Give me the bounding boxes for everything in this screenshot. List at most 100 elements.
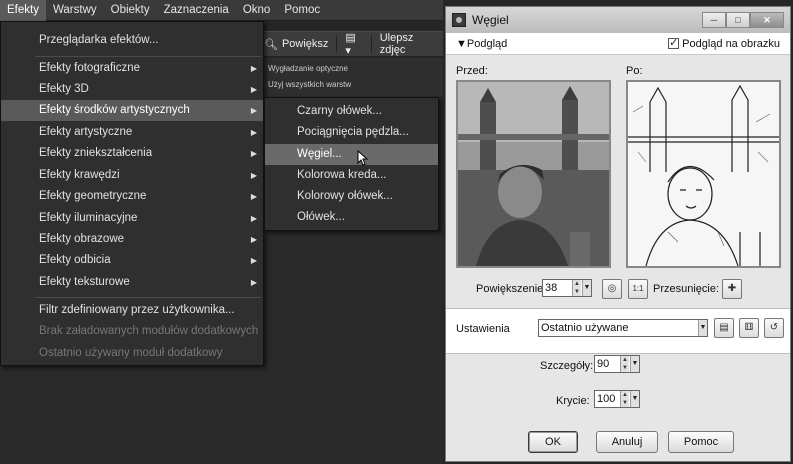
charcoal-dialog: Węgiel ─ □ ✕ ▼Podgląd Podgląd na obrazku…: [445, 6, 791, 462]
settings-dropdown[interactable]: Ostatnio używane ▼: [538, 319, 708, 337]
submenu-arrow-icon: ▶: [250, 278, 257, 287]
toolbar-divider: [336, 35, 338, 53]
menu-okno[interactable]: Okno: [236, 0, 278, 21]
submenu-arrow-icon: ▶: [250, 214, 257, 223]
divider: [446, 353, 790, 354]
floppy-disk-icon: ▤: [719, 322, 729, 333]
submenu-arrow-icon: ▶: [250, 106, 257, 115]
copy-button[interactable]: ▤ ▾: [339, 32, 368, 57]
menu-item-no-plugins: Brak załadowanych modułów dodatkowych: [39, 325, 259, 337]
dice-icon: ⚅: [744, 322, 754, 333]
menu-zaznaczenia[interactable]: Zaznaczenia: [157, 0, 236, 21]
submenu-item-pencil[interactable]: Ołówek...: [265, 207, 438, 228]
menu-item-effect-browser[interactable]: Przeglądarka efektów...: [1, 30, 263, 51]
document-icon: ▤ ▾: [345, 32, 356, 57]
reset-button[interactable]: ↺: [764, 318, 784, 338]
menu-item-3d-effects[interactable]: Efekty 3D ▶: [1, 79, 263, 100]
submenu-item-charcoal[interactable]: Węgiel...: [265, 144, 438, 165]
menu-item-illumination-effects[interactable]: Efekty iluminacyjne ▶: [1, 208, 263, 229]
submenu-item-colored-pencil[interactable]: Kolorowy ołówek...: [265, 186, 438, 207]
menu-pomoc[interactable]: Pomoc: [277, 0, 327, 21]
zoom-spinner[interactable]: ▲ ▼: [572, 280, 581, 296]
antialias-option[interactable]: Wygładzanie optyczne: [258, 62, 443, 76]
menu-warstwy[interactable]: Warstwy: [46, 0, 104, 21]
preview-toggle[interactable]: ▼Podgląd: [456, 38, 507, 50]
zoom-dropdown-arrow[interactable]: ▼: [582, 280, 591, 296]
menu-item-photo-effects[interactable]: Efekty fotograficzne ▶: [1, 58, 263, 79]
menu-item-user-defined-filter[interactable]: Filtr zdefiniowany przez użytkownika...: [1, 300, 263, 321]
app-icon: [452, 13, 466, 27]
detail-label: Szczegóły:: [540, 360, 594, 372]
save-preset-button[interactable]: ▤: [714, 318, 734, 338]
before-preview[interactable]: [456, 80, 611, 268]
submenu-item-black-pencil[interactable]: Czarny ołówek...: [265, 101, 438, 122]
zoom-tool-label: Powiększ: [281, 38, 329, 50]
maximize-icon: □: [735, 15, 741, 25]
dialog-titlebar[interactable]: Węgiel ─ □ ✕: [446, 7, 790, 33]
opacity-input[interactable]: 100 ▲ ▼ ▼: [594, 390, 640, 408]
checkbox-checked-icon: [668, 36, 680, 49]
after-label: Po:: [626, 65, 643, 77]
submenu-arrow-icon: ▶: [250, 256, 257, 265]
randomize-button[interactable]: ⚅: [739, 318, 759, 338]
use-all-layers-option[interactable]: Użyj wszystkich warstw: [258, 78, 443, 92]
enhance-photo-button[interactable]: Ulepsz zdjęc: [374, 32, 443, 56]
submenu-arrow-icon: ▶: [250, 149, 257, 158]
submenu-item-brush-strokes[interactable]: Pociągnięcia pędzla...: [265, 122, 438, 143]
menu-item-image-effects[interactable]: Efekty obrazowe ▶: [1, 229, 263, 250]
menu-bar: Efekty Warstwy Obiekty Zaznaczenia Okno …: [0, 0, 443, 21]
preview-on-image-checkbox[interactable]: Podgląd na obrazku: [668, 36, 780, 50]
menu-item-edge-effects[interactable]: Efekty krawędzi ▶: [1, 165, 263, 186]
ok-button[interactable]: OK: [528, 431, 578, 453]
settings-dropdown-arrow[interactable]: ▼: [698, 320, 707, 336]
opacity-label: Krycie:: [556, 395, 590, 407]
zoom-input[interactable]: 38 ▲ ▼ ▼: [542, 279, 592, 297]
menu-item-art-media-effects[interactable]: Efekty środków artystycznych ▶: [1, 100, 263, 121]
fit-icon: ◎: [607, 283, 617, 294]
close-icon: ✕: [763, 14, 771, 25]
toolbar: 🔍︎ Powiększ ▤ ▾ Ulepsz zdjęc: [258, 31, 443, 57]
minimize-button[interactable]: ─: [702, 12, 726, 28]
triangle-down-icon: ▼: [456, 37, 467, 50]
menu-obiekty[interactable]: Obiekty: [104, 0, 157, 21]
detail-input[interactable]: 90 ▲ ▼ ▼: [594, 355, 640, 373]
menu-item-last-plugin: Ostatnio używany moduł dodatkowy: [39, 347, 223, 359]
opacity-value: 100: [597, 393, 616, 405]
submenu-arrow-icon: ▶: [250, 64, 257, 73]
zoom-to-fit-button[interactable]: ◎: [602, 279, 622, 299]
effects-menu: Przeglądarka efektów... Efekty fotografi…: [0, 21, 264, 366]
submenu-item-colored-chalk[interactable]: Kolorowa kreda...: [265, 165, 438, 186]
menu-item-texture-effects[interactable]: Efekty teksturowe ▶: [1, 272, 263, 293]
cancel-button[interactable]: Anuluj: [596, 431, 658, 453]
menu-item-reflection-effects[interactable]: Efekty odbicia ▶: [1, 250, 263, 271]
detail-spinner[interactable]: ▲ ▼: [620, 356, 629, 372]
submenu-arrow-icon: ▶: [250, 128, 257, 137]
minimize-icon: ─: [710, 15, 718, 25]
before-label: Przed:: [456, 65, 488, 77]
menu-item-distortion-effects[interactable]: Efekty zniekształcenia ▶: [1, 143, 263, 164]
menu-item-artistic-effects[interactable]: Efekty artystyczne ▶: [1, 122, 263, 143]
pan-label: Przesunięcie:: [653, 283, 720, 295]
help-button[interactable]: Pomoc: [668, 431, 734, 453]
opacity-dropdown-arrow[interactable]: ▼: [630, 391, 639, 407]
mouse-cursor-icon: [357, 150, 369, 166]
pan-button[interactable]: ✚: [722, 279, 742, 299]
after-preview[interactable]: [626, 80, 781, 268]
menu-efekty[interactable]: Efekty: [0, 0, 46, 21]
preview-toggle-label: Podgląd: [466, 37, 508, 50]
one-to-one-icon: 1:1: [632, 284, 644, 293]
detail-dropdown-arrow[interactable]: ▼: [630, 356, 639, 372]
opacity-spinner[interactable]: ▲ ▼: [620, 391, 629, 407]
menu-item-geometric-effects[interactable]: Efekty geometryczne ▶: [1, 186, 263, 207]
zoom-label: Powiększenie:: [476, 283, 547, 295]
after-sketch-image: [628, 82, 779, 266]
close-button[interactable]: ✕: [750, 12, 784, 28]
magnifier-icon: 🔍︎: [264, 38, 278, 51]
menu-divider: [35, 297, 261, 298]
actual-size-button[interactable]: 1:1: [628, 279, 648, 299]
maximize-button[interactable]: □: [726, 12, 750, 28]
zoom-tool-button[interactable]: 🔍︎ Powiększ: [258, 32, 334, 56]
move-cross-icon: ✚: [727, 283, 737, 294]
toolbar-divider: [370, 35, 372, 53]
submenu-arrow-icon: ▶: [250, 235, 257, 244]
